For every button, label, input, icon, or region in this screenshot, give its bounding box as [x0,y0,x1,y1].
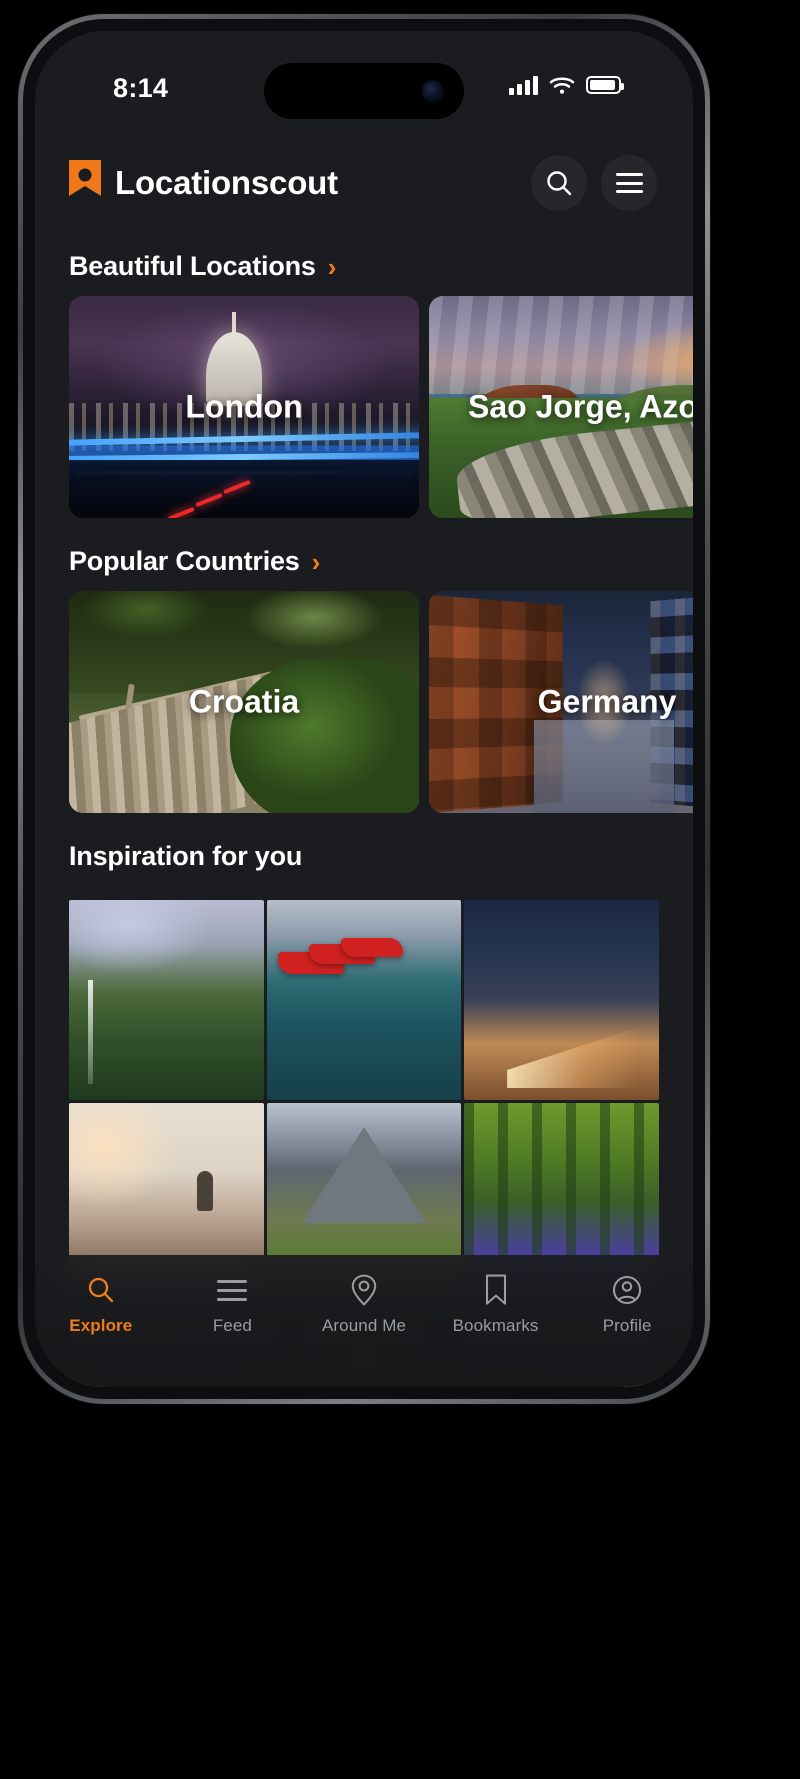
tab-label: Bookmarks [452,1316,539,1335]
card-label: Germany [537,683,677,720]
menu-button[interactable] [601,155,657,211]
phone-device-frame: Beautiful Locations › London Sao Jorge, … [18,14,710,1404]
tab-feed[interactable]: Feed [167,1273,299,1336]
dynamic-island [264,63,464,119]
bottom-tab-bar: Explore Feed Around Me Bookmarks Profile [35,1255,693,1387]
card-label: Croatia [188,683,300,720]
header-actions [531,155,657,211]
app-header: Locationscout [35,143,693,223]
content-scroll-area[interactable]: Beautiful Locations › London Sao Jorge, … [35,223,693,1387]
tab-label: Explore [69,1316,133,1335]
carousel-beautiful-locations[interactable]: London Sao Jorge, Azores [35,296,693,518]
bookmark-icon [479,1273,513,1307]
grid-item[interactable] [69,900,264,1100]
app-title: Locationscout [115,164,338,201]
hamburger-menu-icon [615,173,643,193]
app-root: Beautiful Locations › London Sao Jorge, … [35,31,693,1387]
tab-around-me[interactable]: Around Me [298,1273,430,1336]
search-icon [547,171,572,196]
chevron-right-icon[interactable]: › [312,549,321,575]
phone-screen: Beautiful Locations › London Sao Jorge, … [35,31,693,1387]
tab-profile[interactable]: Profile [561,1273,693,1336]
location-card[interactable]: London [69,296,419,518]
country-card[interactable]: Germany [429,591,693,813]
country-card[interactable]: Croatia [69,591,419,813]
front-camera [423,81,442,101]
screenshot-stage: Beautiful Locations › London Sao Jorge, … [0,0,800,1779]
grid-item[interactable] [266,900,462,1100]
phone-bezel: Beautiful Locations › London Sao Jorge, … [23,19,705,1399]
carousel-popular-countries[interactable]: Croatia Germany [35,591,693,813]
cellular-signal-icon [509,75,538,95]
status-icons [509,75,624,95]
status-time: 8:14 [113,73,169,103]
tab-label: Profile [602,1316,652,1335]
status-bar: 8:14 [35,31,693,143]
card-label: Sao Jorge, Azores [467,388,693,425]
chevron-right-icon[interactable]: › [328,254,337,280]
section-header-popular-countries[interactable]: Popular Countries › [35,518,693,591]
tab-bookmarks[interactable]: Bookmarks [430,1273,562,1336]
search-icon [84,1273,118,1307]
search-button[interactable] [531,155,587,211]
feed-lines-icon [215,1273,249,1307]
tab-label: Around Me [321,1316,407,1335]
card-label: London [185,388,303,425]
map-pin-icon [347,1273,381,1307]
battery-icon [586,76,624,94]
section-title: Popular Countries [69,546,300,576]
tab-explore[interactable]: Explore [35,1273,167,1336]
location-card[interactable]: Sao Jorge, Azores [429,296,693,518]
wifi-icon [549,77,575,94]
section-header-beautiful-locations[interactable]: Beautiful Locations › [35,223,693,296]
grid-item[interactable] [464,900,659,1100]
user-circle-icon [610,1273,644,1307]
tab-label: Feed [212,1316,252,1335]
map-pin-logo [69,160,101,196]
section-title: Beautiful Locations [69,251,316,281]
section-header-inspiration: Inspiration for you [35,813,693,886]
section-title: Inspiration for you [69,841,303,871]
